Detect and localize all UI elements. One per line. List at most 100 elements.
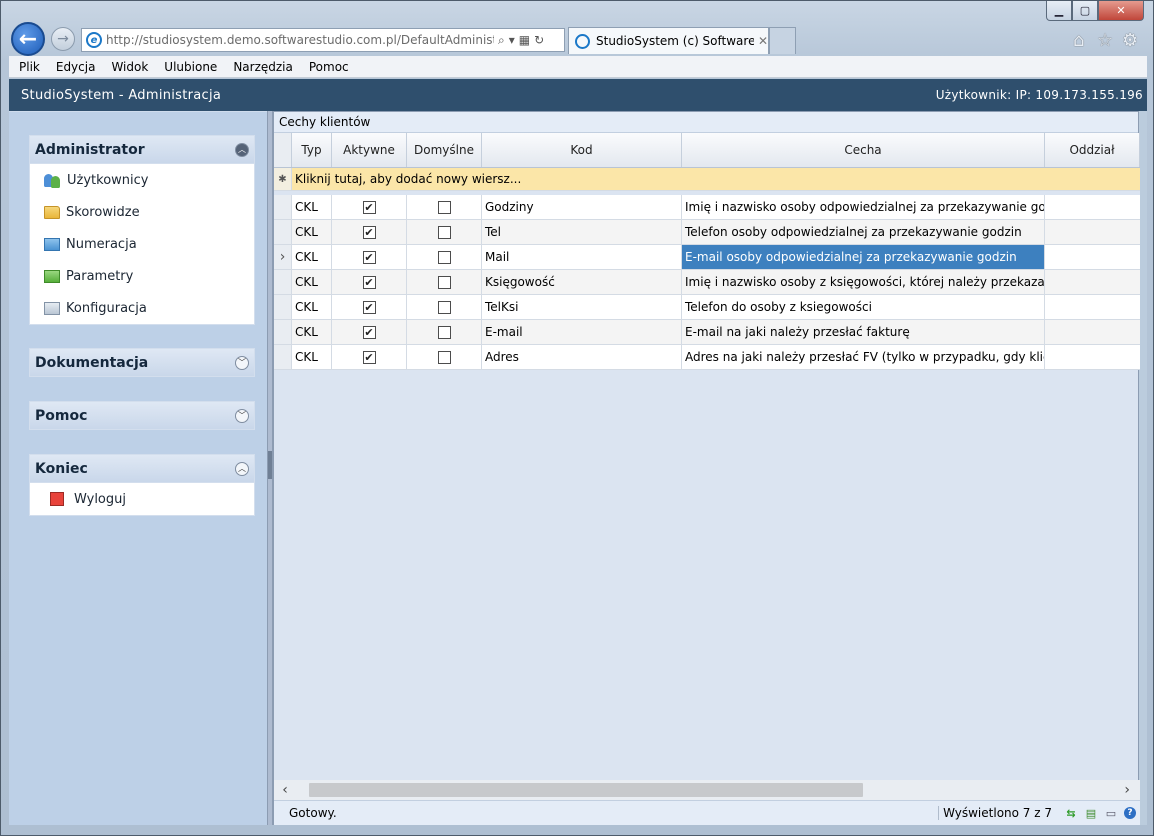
print-icon[interactable]: ▭ xyxy=(1104,807,1118,820)
favorites-star-icon[interactable]: ☆ xyxy=(1097,30,1113,51)
cell-typ[interactable]: CKL xyxy=(292,245,332,269)
add-new-row[interactable]: ✱ Kliknij tutaj, aby dodać nowy wiersz..… xyxy=(274,168,1140,191)
column-header-aktywne[interactable]: Aktywne xyxy=(332,133,407,167)
scroll-right-icon[interactable]: › xyxy=(1124,782,1130,798)
expand-down-icon[interactable]: ﹀ xyxy=(235,355,249,370)
checkbox-unchecked[interactable] xyxy=(437,350,451,364)
row-selector[interactable] xyxy=(274,320,292,344)
column-header-typ[interactable]: Typ xyxy=(292,133,332,167)
cell-kod[interactable]: TelKsi xyxy=(482,295,682,319)
sidebar-item-skorowidze[interactable]: Skorowidze xyxy=(30,196,254,228)
add-new-row-label[interactable]: Kliknij tutaj, aby dodać nowy wiersz... xyxy=(292,172,521,186)
cell-aktywne[interactable]: ✔ xyxy=(332,220,407,244)
menu-narzedzia[interactable]: Narzędzia xyxy=(233,60,293,74)
cell-aktywne[interactable]: ✔ xyxy=(332,245,407,269)
close-window-button[interactable]: ✕ xyxy=(1098,1,1144,21)
cell-typ[interactable]: CKL xyxy=(292,220,332,244)
checkbox-checked[interactable]: ✔ xyxy=(362,225,376,239)
cell-kod[interactable]: E-mail xyxy=(482,320,682,344)
cell-cecha[interactable]: Telefon osoby odpowiedzialnej za przekaz… xyxy=(682,220,1045,244)
cell-typ[interactable]: CKL xyxy=(292,195,332,219)
dropdown-icon[interactable]: ▾ xyxy=(509,33,515,47)
checkbox-unchecked[interactable] xyxy=(437,325,451,339)
cell-typ[interactable]: CKL xyxy=(292,320,332,344)
checkbox-checked[interactable]: ✔ xyxy=(362,250,376,264)
home-icon[interactable]: ⌂ xyxy=(1073,30,1084,51)
collapse-up-icon[interactable]: ︿ xyxy=(235,461,249,476)
checkbox-unchecked[interactable] xyxy=(437,225,451,239)
cell-domyslne[interactable] xyxy=(407,320,482,344)
row-selector[interactable] xyxy=(274,270,292,294)
cell-oddzial[interactable] xyxy=(1045,220,1140,244)
browser-tab[interactable]: StudioSystem (c) SoftwareS... ✕ xyxy=(568,27,769,54)
cell-kod[interactable]: Księgowość xyxy=(482,270,682,294)
sidebar-item-parametry[interactable]: Parametry xyxy=(30,260,254,292)
table-row[interactable]: CKL ✔ TelKsi Telefon do osoby z ksiegowości xyxy=(274,295,1140,320)
column-header-kod[interactable]: Kod xyxy=(482,133,682,167)
url-text[interactable]: http://studiosystem.demo.softwarestudio.… xyxy=(106,33,494,47)
cell-oddzial[interactable] xyxy=(1045,345,1140,369)
current-row-indicator-icon[interactable]: › xyxy=(274,245,292,269)
sidebar-item-uzytkownicy[interactable]: Użytkownicy xyxy=(30,164,254,196)
cell-cecha[interactable]: Imię i nazwisko osoby z księgowości, któ… xyxy=(682,270,1045,294)
cell-oddzial[interactable] xyxy=(1045,270,1140,294)
row-selector[interactable] xyxy=(274,345,292,369)
table-row[interactable]: › CKL ✔ Mail E-mail osoby odpowiedzialnej za… xyxy=(274,245,1140,270)
cell-aktywne[interactable]: ✔ xyxy=(332,195,407,219)
cell-aktywne[interactable]: ✔ xyxy=(332,295,407,319)
panel-administrator-header[interactable]: Administrator ︿ xyxy=(29,135,255,164)
row-selector[interactable] xyxy=(274,295,292,319)
row-selector[interactable] xyxy=(274,195,292,219)
table-row[interactable]: CKL ✔ Tel Telefon osoby odpowiedzialnej za … xyxy=(274,220,1140,245)
cell-cecha[interactable]: E-mail na jaki należy przesłać fakturę xyxy=(682,320,1045,344)
checkbox-unchecked[interactable] xyxy=(437,200,451,214)
scroll-left-icon[interactable]: ‹ xyxy=(274,782,296,798)
table-row[interactable]: CKL ✔ Adres Adres na jaki należy przesłać F… xyxy=(274,345,1140,370)
cell-oddzial[interactable] xyxy=(1045,295,1140,319)
cell-oddzial[interactable] xyxy=(1045,245,1140,269)
cell-typ[interactable]: CKL xyxy=(292,270,332,294)
address-bar[interactable]: e http://studiosystem.demo.softwarestudi… xyxy=(81,28,565,52)
cell-oddzial[interactable] xyxy=(1045,320,1140,344)
maximize-button[interactable]: ▢ xyxy=(1072,1,1098,21)
cell-domyslne[interactable] xyxy=(407,220,482,244)
cell-oddzial[interactable] xyxy=(1045,195,1140,219)
panel-pomoc-header[interactable]: Pomoc ﹀ xyxy=(29,401,255,430)
cell-domyslne[interactable] xyxy=(407,270,482,294)
sidebar-item-numeracja[interactable]: Numeracja xyxy=(30,228,254,260)
checkbox-checked[interactable]: ✔ xyxy=(362,275,376,289)
cell-cecha[interactable]: E-mail osoby odpowiedzialnej za przekazy… xyxy=(682,245,1045,269)
sidebar-item-konfiguracja[interactable]: Konfiguracja xyxy=(30,292,254,324)
checkbox-checked[interactable]: ✔ xyxy=(362,325,376,339)
menu-edycja[interactable]: Edycja xyxy=(56,60,96,74)
minimize-button[interactable]: ▁ xyxy=(1046,1,1072,21)
splitter-grip[interactable] xyxy=(268,451,272,479)
menu-pomoc[interactable]: Pomoc xyxy=(309,60,349,74)
search-icon[interactable]: ⌕ xyxy=(498,33,505,48)
scrollbar-thumb[interactable] xyxy=(309,783,863,797)
new-tab-button[interactable] xyxy=(769,27,796,54)
cell-domyslne[interactable] xyxy=(407,345,482,369)
cell-domyslne[interactable] xyxy=(407,295,482,319)
sidebar-item-wyloguj[interactable]: Wyloguj xyxy=(30,483,254,515)
column-header-domyslne[interactable]: Domyślne xyxy=(407,133,482,167)
forward-button[interactable]: → xyxy=(51,27,75,51)
cell-kod[interactable]: Godziny xyxy=(482,195,682,219)
settings-gear-icon[interactable]: ⚙ xyxy=(1122,30,1138,51)
help-icon[interactable]: ? xyxy=(1124,807,1136,819)
cell-typ[interactable]: CKL xyxy=(292,295,332,319)
checkbox-unchecked[interactable] xyxy=(437,275,451,289)
checkbox-checked[interactable]: ✔ xyxy=(362,300,376,314)
table-row[interactable]: CKL ✔ E-mail E-mail na jaki należy przesłać… xyxy=(274,320,1140,345)
checkbox-unchecked[interactable] xyxy=(437,250,451,264)
cell-kod[interactable]: Tel xyxy=(482,220,682,244)
column-header-oddzial[interactable]: Oddział xyxy=(1045,133,1140,167)
horizontal-scrollbar[interactable]: ‹ › xyxy=(274,780,1140,800)
cell-kod[interactable]: Adres xyxy=(482,345,682,369)
menu-widok[interactable]: Widok xyxy=(111,60,148,74)
cell-aktywne[interactable]: ✔ xyxy=(332,320,407,344)
back-button[interactable]: ← xyxy=(11,22,45,56)
cell-cecha[interactable]: Telefon do osoby z ksiegowości xyxy=(682,295,1045,319)
refresh-icon[interactable]: ↻ xyxy=(534,33,544,47)
cell-typ[interactable]: CKL xyxy=(292,345,332,369)
